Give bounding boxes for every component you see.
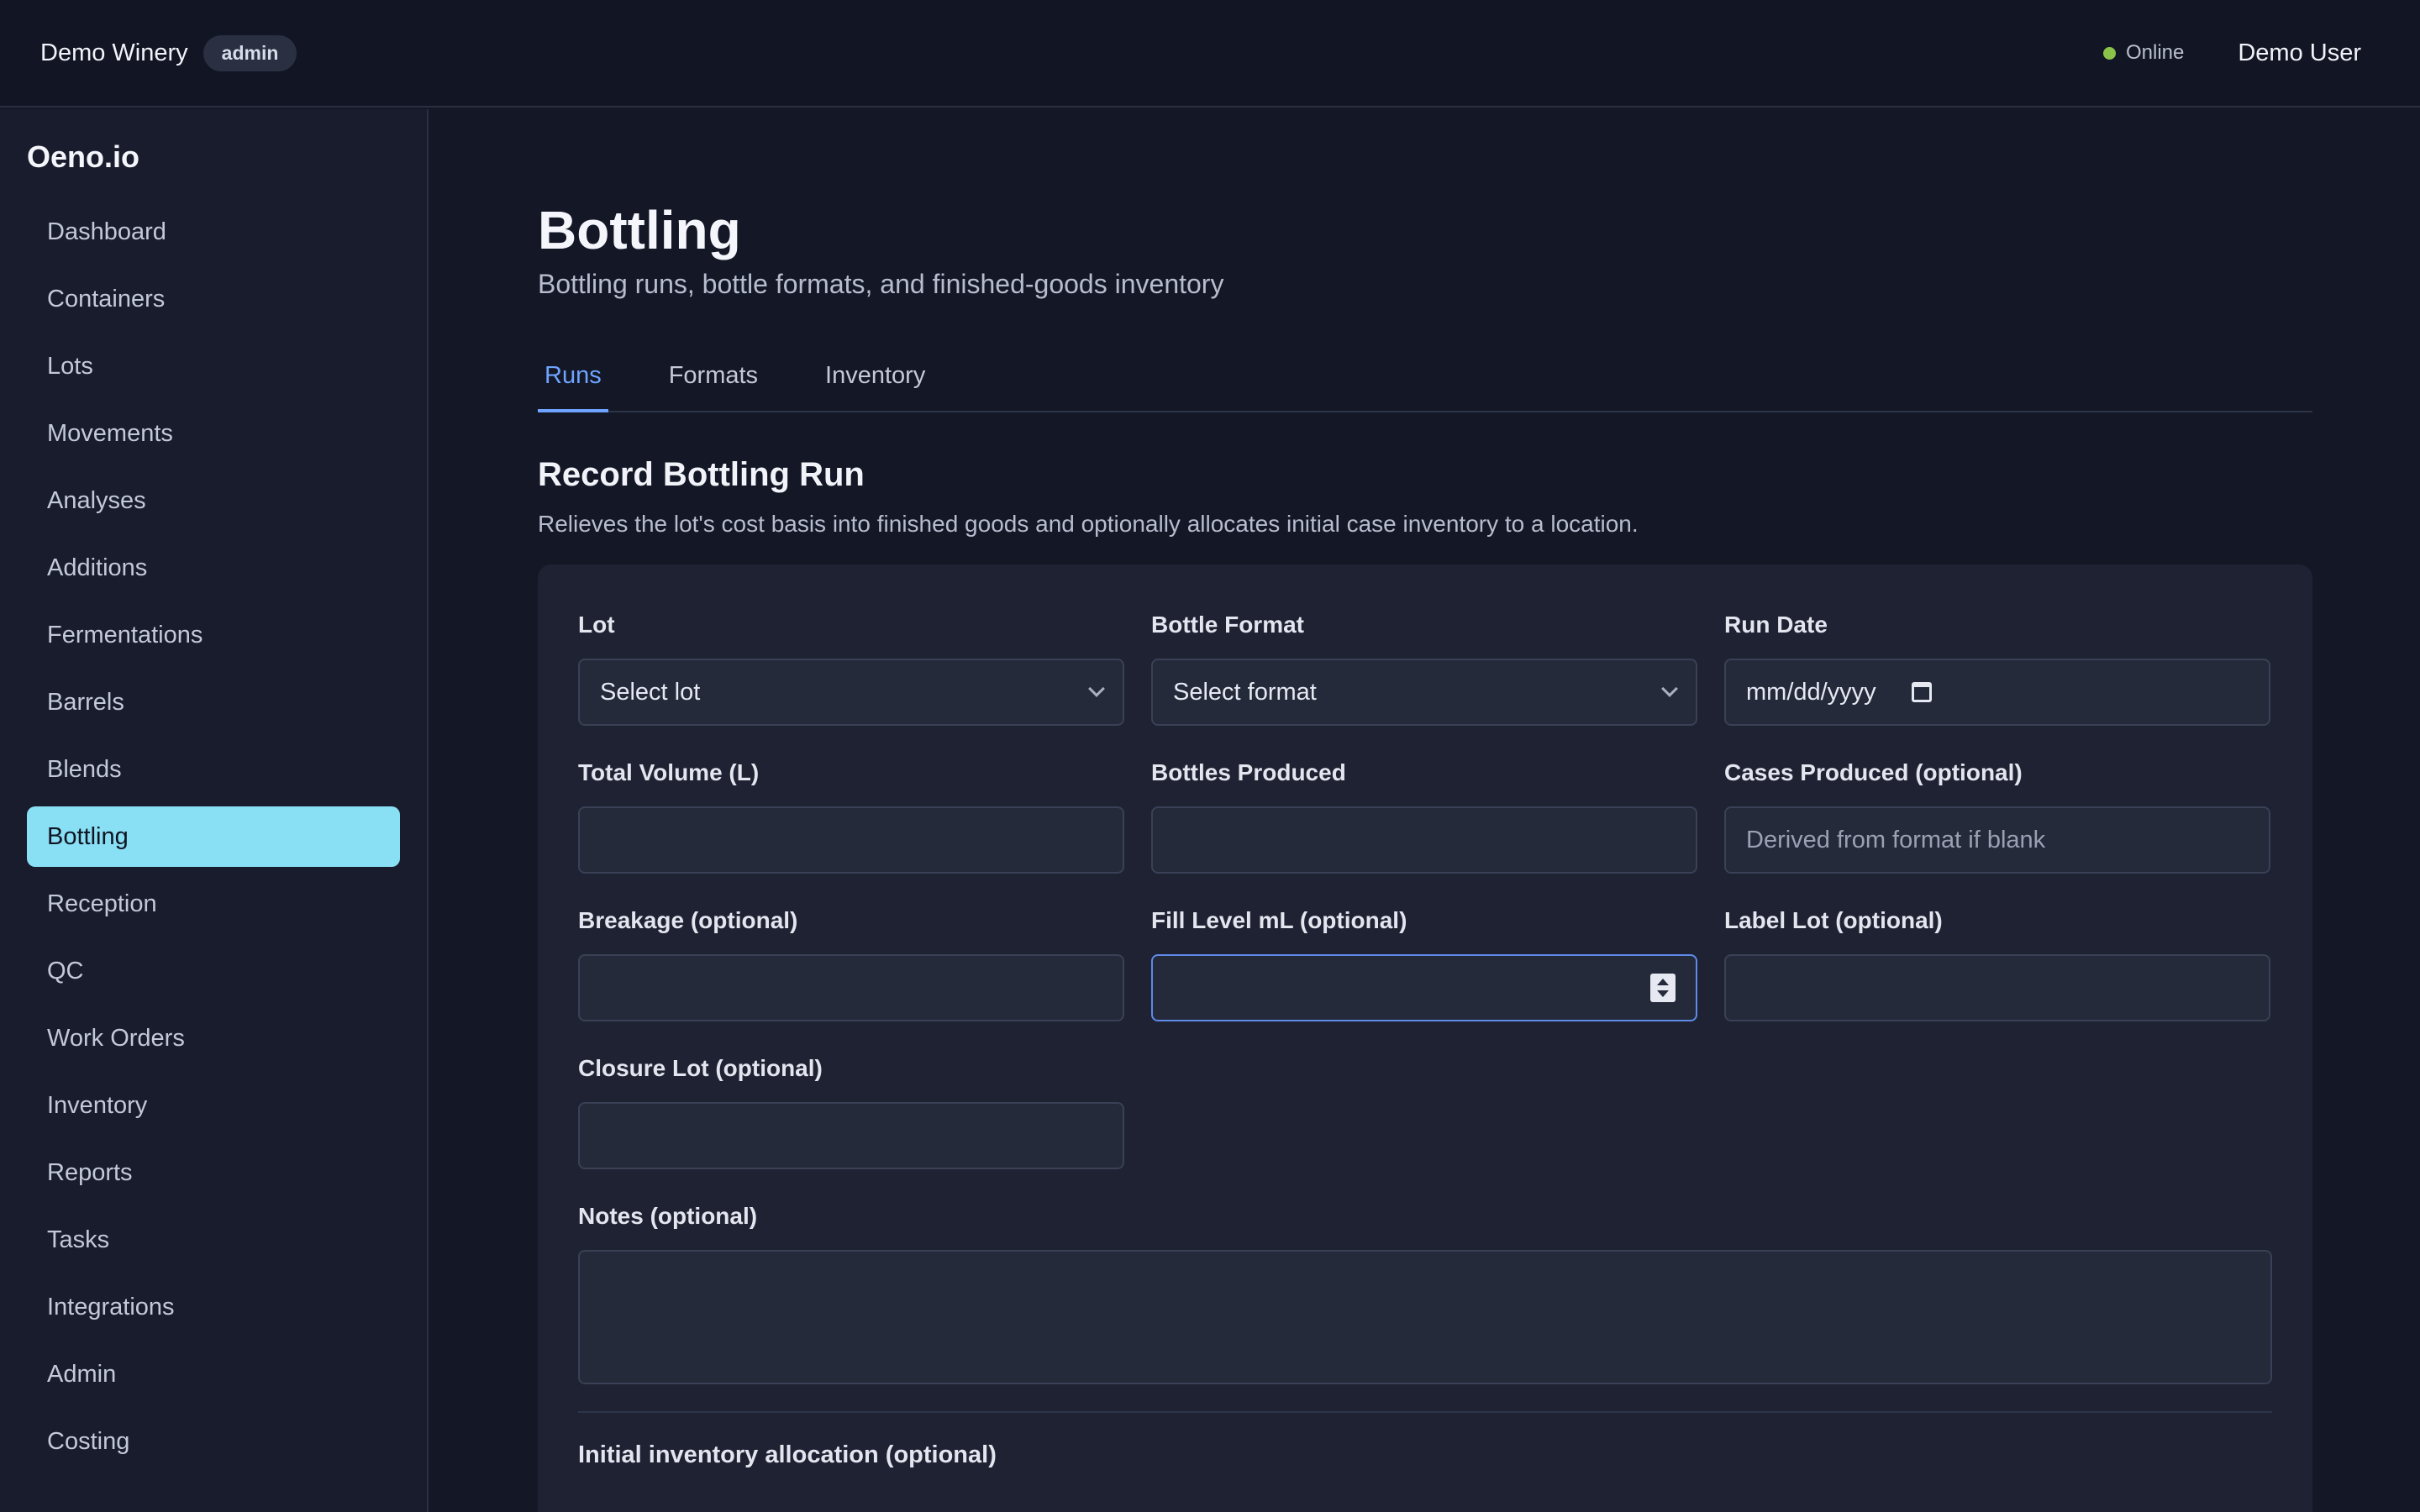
form-divider	[578, 1411, 2272, 1413]
sidebar-item-movements[interactable]: Movements	[27, 403, 400, 464]
brand-logo[interactable]: Oeno.io	[27, 139, 400, 175]
sidebar-item-tasks[interactable]: Tasks	[27, 1210, 400, 1270]
total-volume-input[interactable]	[578, 806, 1124, 874]
allocation-section-title: Initial inventory allocation (optional)	[578, 1441, 997, 1468]
bottle-format-select[interactable]: Select format	[1151, 659, 1697, 726]
sidebar-item-analyses[interactable]: Analyses	[27, 470, 400, 531]
total-volume-label: Total Volume (L)	[578, 759, 760, 785]
date-input-wrapper: mm/dd/yyyy	[1746, 679, 1932, 706]
topbar-right: Online Demo User	[2102, 39, 2361, 67]
notes-label: Notes (optional)	[578, 1203, 758, 1229]
form-description: Relieves the lot's cost basis into finis…	[538, 511, 1639, 537]
run-date-label: Run Date	[1724, 612, 1828, 638]
sidebar-item-dashboard[interactable]: Dashboard	[27, 202, 400, 262]
bottling-run-form: Lot Select lot Bottle Format Select form…	[538, 564, 2312, 1512]
label-lot-input[interactable]	[1724, 954, 2270, 1021]
sidebar: Oeno.io Dashboard Containers Lots Moveme…	[0, 109, 429, 1512]
sidebar-item-admin[interactable]: Admin	[27, 1344, 400, 1404]
total-volume-field: Total Volume (L)	[578, 759, 1124, 874]
cases-produced-input[interactable]: Derived from format if blank	[1724, 806, 2270, 874]
fill-level-input[interactable]	[1151, 954, 1697, 1021]
lot-label: Lot	[578, 612, 615, 638]
page-title: Bottling	[538, 200, 741, 260]
calendar-icon[interactable]	[1911, 682, 1932, 702]
bottle-format-field: Bottle Format Select format	[1151, 612, 1697, 726]
sidebar-item-reports[interactable]: Reports	[27, 1142, 400, 1203]
sidebar-item-fermentations[interactable]: Fermentations	[27, 605, 400, 665]
org-info: Demo Winery admin	[40, 34, 297, 71]
tab-runs[interactable]: Runs	[538, 352, 608, 412]
bottles-produced-field: Bottles Produced	[1151, 759, 1697, 874]
form-grid: Lot Select lot Bottle Format Select form…	[578, 612, 2272, 1169]
cases-produced-label: Cases Produced (optional)	[1724, 759, 2023, 785]
org-name: Demo Winery	[40, 39, 188, 66]
connection-status: Online	[2102, 41, 2185, 65]
sidebar-item-bottling[interactable]: Bottling	[27, 806, 400, 867]
user-menu[interactable]: Demo User	[2238, 39, 2361, 67]
page-subtitle: Bottling runs, bottle formats, and finis…	[538, 269, 1224, 299]
sidebar-item-containers[interactable]: Containers	[27, 269, 400, 329]
tab-bar: Runs Formats Inventory	[538, 352, 2312, 412]
status-label: Online	[2125, 41, 2185, 64]
lot-field: Lot Select lot	[578, 612, 1124, 726]
fill-level-field: Fill Level mL (optional)	[1151, 907, 1697, 1021]
tab-inventory[interactable]: Inventory	[818, 352, 932, 412]
tab-formats[interactable]: Formats	[662, 352, 765, 412]
lot-select-value: Select lot	[600, 678, 701, 706]
cases-produced-field: Cases Produced (optional) Derived from f…	[1724, 759, 2270, 874]
number-spinner-icon[interactable]	[1650, 974, 1676, 1002]
status-dot-icon	[2102, 46, 2116, 60]
run-date-value: mm/dd/yyyy	[1746, 678, 1876, 706]
closure-lot-label: Closure Lot (optional)	[578, 1055, 823, 1081]
chevron-down-icon	[1661, 680, 1678, 697]
fill-level-label: Fill Level mL (optional)	[1151, 907, 1407, 933]
role-badge: admin	[203, 34, 297, 71]
bottles-produced-label: Bottles Produced	[1151, 759, 1346, 785]
main-content: Bottling Bottling runs, bottle formats, …	[430, 109, 2420, 1512]
closure-lot-field: Closure Lot (optional)	[578, 1055, 1124, 1169]
sidebar-item-additions[interactable]: Additions	[27, 538, 400, 598]
sidebar-item-qc[interactable]: QC	[27, 941, 400, 1001]
sidebar-item-barrels[interactable]: Barrels	[27, 672, 400, 732]
sidebar-item-costing[interactable]: Costing	[27, 1411, 400, 1472]
sidebar-item-blends[interactable]: Blends	[27, 739, 400, 800]
cases-produced-placeholder: Derived from format if blank	[1746, 826, 2046, 853]
label-lot-field: Label Lot (optional)	[1724, 907, 2270, 1021]
label-lot-label: Label Lot (optional)	[1724, 907, 1943, 933]
sidebar-item-integrations[interactable]: Integrations	[27, 1277, 400, 1337]
form-title: Record Bottling Run	[538, 456, 865, 493]
breakage-field: Breakage (optional)	[578, 907, 1124, 1021]
run-date-field: Run Date mm/dd/yyyy	[1724, 612, 2270, 726]
notes-textarea[interactable]	[578, 1250, 2272, 1384]
sidebar-item-work-orders[interactable]: Work Orders	[27, 1008, 400, 1068]
breakage-input[interactable]	[578, 954, 1124, 1021]
sidebar-item-reception[interactable]: Reception	[27, 874, 400, 934]
lot-select[interactable]: Select lot	[578, 659, 1124, 726]
sidebar-item-lots[interactable]: Lots	[27, 336, 400, 396]
top-bar: Demo Winery admin Online Demo User	[0, 0, 2420, 108]
breakage-label: Breakage (optional)	[578, 907, 798, 933]
bottle-format-select-value: Select format	[1173, 678, 1317, 706]
bottles-produced-input[interactable]	[1151, 806, 1697, 874]
notes-field: Notes (optional)	[578, 1203, 2272, 1384]
bottle-format-label: Bottle Format	[1151, 612, 1304, 638]
chevron-down-icon	[1088, 680, 1105, 697]
run-date-input[interactable]: mm/dd/yyyy	[1724, 659, 2270, 726]
sidebar-item-inventory[interactable]: Inventory	[27, 1075, 400, 1136]
closure-lot-input[interactable]	[578, 1102, 1124, 1169]
